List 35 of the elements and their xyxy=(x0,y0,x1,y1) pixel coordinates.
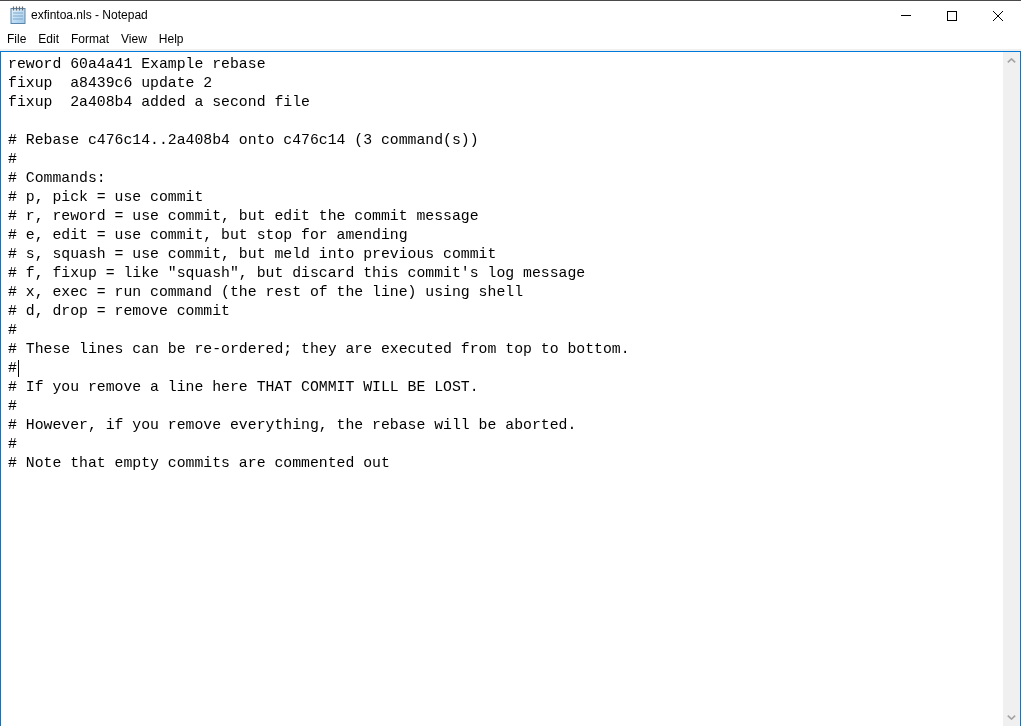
menu-item[interactable]: View xyxy=(115,31,153,48)
text-line: # e, edit = use commit, but stop for amending xyxy=(8,226,408,245)
text-line: # Commands: xyxy=(8,169,106,188)
minimize-icon xyxy=(901,15,911,16)
text-line: # Rebase c476c14..2a408b4 onto c476c14 (3 command(s)) xyxy=(8,131,479,150)
menu-item[interactable]: Format xyxy=(65,31,116,48)
window-title: exfintoa.nls - Notepad xyxy=(31,8,148,22)
text-line: # xyxy=(8,435,17,454)
text-line: # However, if you remove everything, the rebase will be aborted. xyxy=(8,416,577,435)
menu-item[interactable]: File xyxy=(1,31,33,48)
text-area[interactable] xyxy=(0,51,1021,726)
chevron-up-icon xyxy=(1007,58,1016,63)
text-line: # s, squash = use commit, but meld into previous commit xyxy=(8,245,497,264)
menu-item[interactable]: Help xyxy=(152,31,190,48)
text-line: fixup a8439c6 update 2 xyxy=(8,74,213,93)
text-line: # If you remove a line here THAT COMMIT WILL BE LOST. xyxy=(8,378,479,397)
menu-item[interactable]: Edit xyxy=(32,31,66,48)
text-line: # These lines can be re-ordered; they are executed from top to bottom. xyxy=(8,340,630,359)
text-line: reword 60a4a41 Example rebase xyxy=(8,55,266,74)
text-line: # d, drop = remove commit xyxy=(8,302,230,321)
text-line: # x, exec = run command (the rest of the line) using shell xyxy=(8,283,523,302)
text-line: # xyxy=(8,359,17,378)
text-line: # xyxy=(8,321,17,340)
notebook-icon xyxy=(10,5,26,24)
text-line: # r, reword = use commit, but edit the commit message xyxy=(8,207,479,226)
close-icon xyxy=(993,10,1003,21)
chevron-down-icon xyxy=(1007,715,1016,720)
text-line: fixup 2a408b4 added a second file xyxy=(8,93,310,112)
text-line: # f, fixup = like "squash", but discard this commit's log message xyxy=(8,264,586,283)
text-line: # xyxy=(8,150,17,169)
vertical-scrollbar[interactable] xyxy=(1003,52,1020,726)
text-line: # p, pick = use commit xyxy=(8,188,204,207)
maximize-icon xyxy=(947,10,957,21)
text-line: # Note that empty commits are commented out xyxy=(8,454,390,473)
text-line: # xyxy=(8,397,17,416)
